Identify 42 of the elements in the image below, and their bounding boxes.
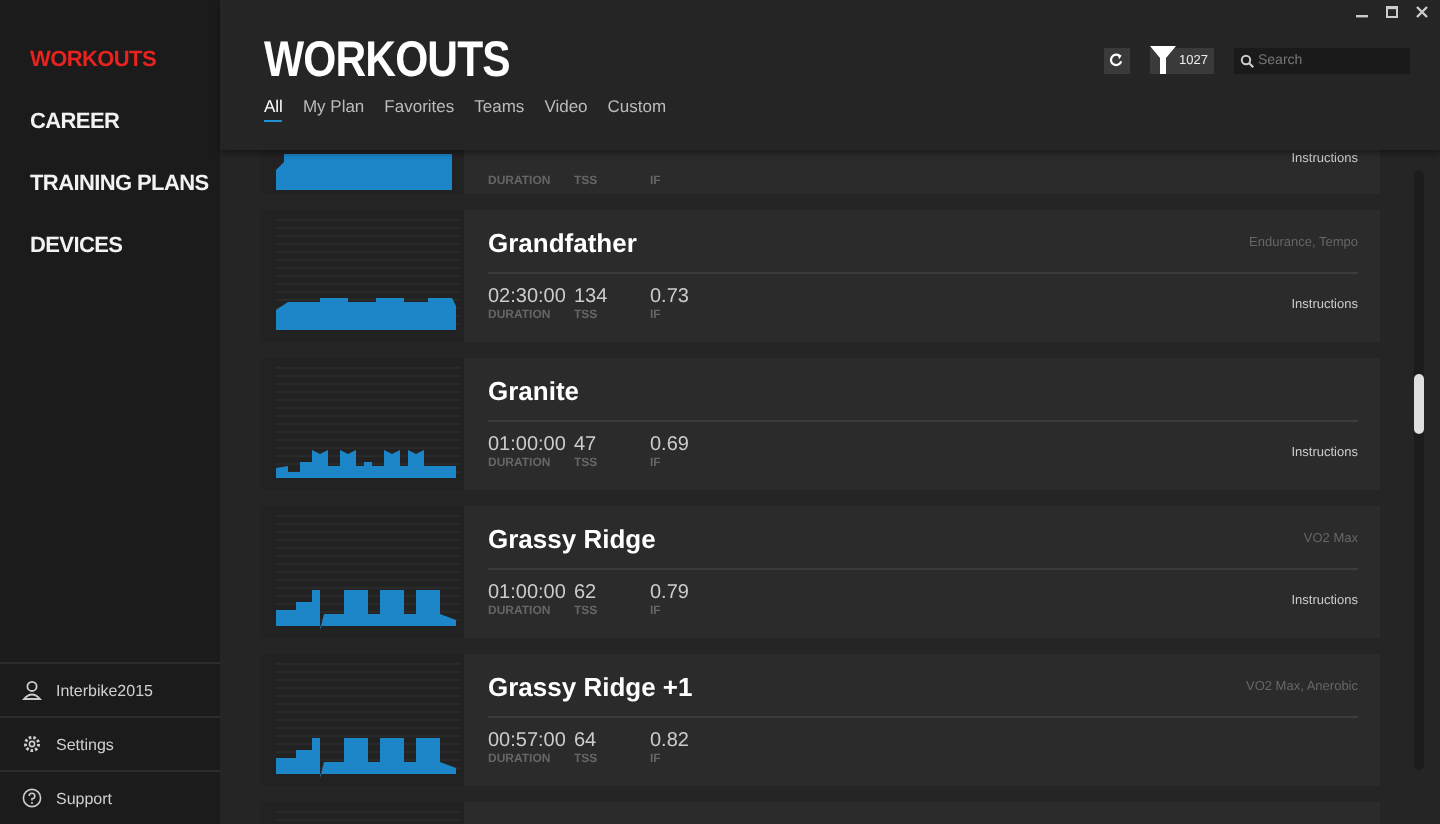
user-icon [22,680,42,700]
maximize-icon[interactable] [1386,6,1398,18]
nav-item[interactable]: TRAINING PLANS [30,168,209,200]
footer-label: Interbike2015 [56,681,153,699]
duration-value: 00:57:00 [488,730,568,752]
search-icon [1240,53,1254,67]
if-value: 0.79 [650,582,691,604]
if-value: 0.69 [650,434,691,456]
workout-name: Grassy Ridge [488,523,656,553]
sidebar-footer-item[interactable]: Support [0,770,220,824]
funnel-icon [1149,46,1176,74]
close-icon[interactable] [1416,6,1428,18]
workout-name: Grassy Ridge +1 [488,671,693,701]
tss-value: 47 [574,434,599,456]
tab[interactable]: Favorites [384,96,455,122]
if-value: 0.82 [650,730,691,752]
help-icon [22,788,42,808]
duration-value: 01:00:00 [488,434,568,456]
if-value: 0.73 [650,286,691,308]
workout-name: Grandfather [488,227,637,257]
footer-label: Support [56,789,113,807]
tab[interactable]: My Plan [302,96,365,122]
nav-item[interactable]: DEVICES [30,230,123,262]
nav-item[interactable]: CAREER [30,106,120,138]
tab[interactable]: All [264,96,283,122]
tss-value: 62 [574,582,599,604]
duration-value: 02:30:00 [488,286,568,308]
tss-value: 64 [574,730,599,752]
refresh-button[interactable] [1103,47,1130,73]
tss-value: 134 [574,286,610,308]
footer-label: Settings [56,735,114,753]
tab[interactable]: Custom [607,96,667,122]
sidebar-footer-item[interactable]: Interbike2015 [0,662,220,716]
nav-item[interactable]: WORKOUTS [30,44,156,76]
tab[interactable]: Video [544,96,588,122]
sidebar-footer-item[interactable]: Settings [0,716,220,770]
page-title: WORKOUTS [264,31,510,89]
workout-name: Granite [488,375,580,405]
tab[interactable]: Teams [474,96,525,122]
refresh-icon [1108,52,1125,68]
duration-value: 01:00:00 [488,582,568,604]
settings-icon [22,734,42,754]
